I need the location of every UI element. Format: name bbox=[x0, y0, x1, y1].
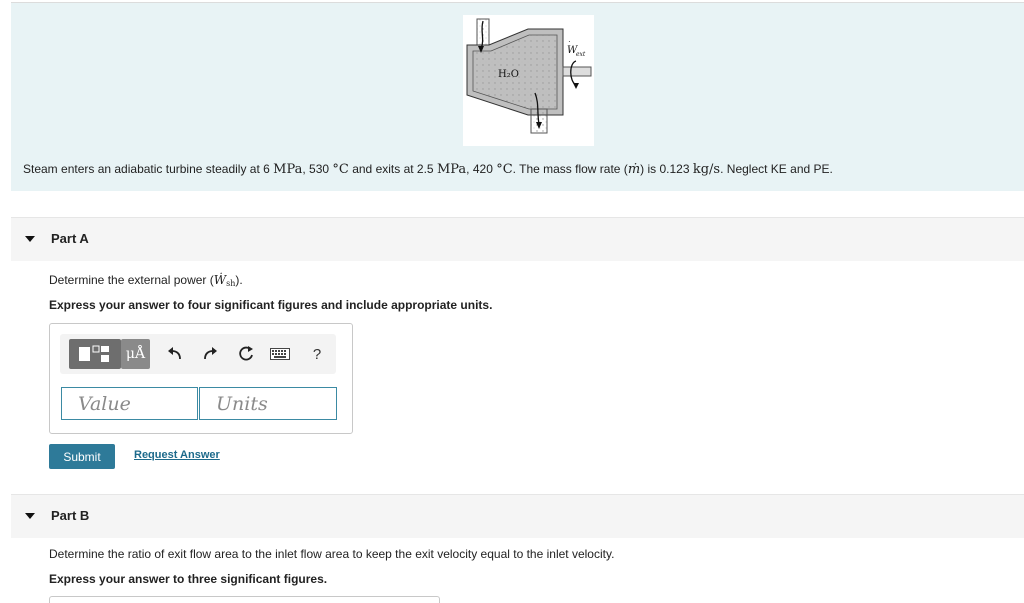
part-b-header[interactable]: Part B bbox=[11, 494, 1024, 538]
keyboard-icon bbox=[270, 348, 290, 360]
submit-button[interactable]: Submit bbox=[49, 444, 115, 469]
reset-icon bbox=[239, 346, 253, 361]
part-a-title: Part A bbox=[51, 231, 89, 246]
undo-icon bbox=[168, 347, 181, 360]
problem-text: Steam enters an adiabatic turbine steadi… bbox=[23, 162, 833, 177]
shaft bbox=[562, 66, 592, 77]
redo-icon bbox=[204, 347, 217, 360]
turbine-figure: H₂O W ext · bbox=[463, 15, 594, 146]
templates-button[interactable] bbox=[69, 339, 121, 369]
templates-icon bbox=[79, 345, 109, 362]
part-b-instruction: Express your answer to three significant… bbox=[49, 572, 328, 586]
part-b-title: Part B bbox=[51, 508, 90, 523]
part-b-question: Determine the ratio of exit flow area to… bbox=[49, 547, 615, 561]
math-toolbar: μÅ ? bbox=[60, 334, 336, 374]
answer-input-box: μÅ ? Value Units bbox=[49, 323, 353, 434]
turbine-diagram: H₂O W ext · bbox=[466, 18, 592, 134]
part-a-instruction: Express your answer to four significant … bbox=[49, 298, 493, 312]
units-input[interactable]: Units bbox=[199, 387, 337, 420]
wext-subscript: ext bbox=[576, 51, 586, 58]
redo-button[interactable] bbox=[197, 341, 223, 367]
reset-button[interactable] bbox=[233, 341, 259, 367]
undo-button[interactable] bbox=[162, 341, 188, 367]
help-button[interactable]: ? bbox=[304, 341, 330, 367]
part-b-answer-box bbox=[49, 596, 440, 603]
units-symbol-button[interactable]: μÅ bbox=[121, 339, 150, 369]
request-answer-link[interactable]: Request Answer bbox=[134, 449, 220, 461]
collapse-caret-icon[interactable] bbox=[25, 236, 35, 242]
keyboard-button[interactable] bbox=[267, 341, 293, 367]
part-a-header[interactable]: Part A bbox=[11, 217, 1024, 261]
h2o-label: H₂O bbox=[498, 69, 519, 80]
collapse-caret-icon[interactable] bbox=[25, 513, 35, 519]
value-input[interactable]: Value bbox=[61, 387, 198, 420]
part-a-question: Determine the external power (Ẇsh). bbox=[49, 273, 243, 288]
svg-text:·: · bbox=[568, 37, 571, 46]
